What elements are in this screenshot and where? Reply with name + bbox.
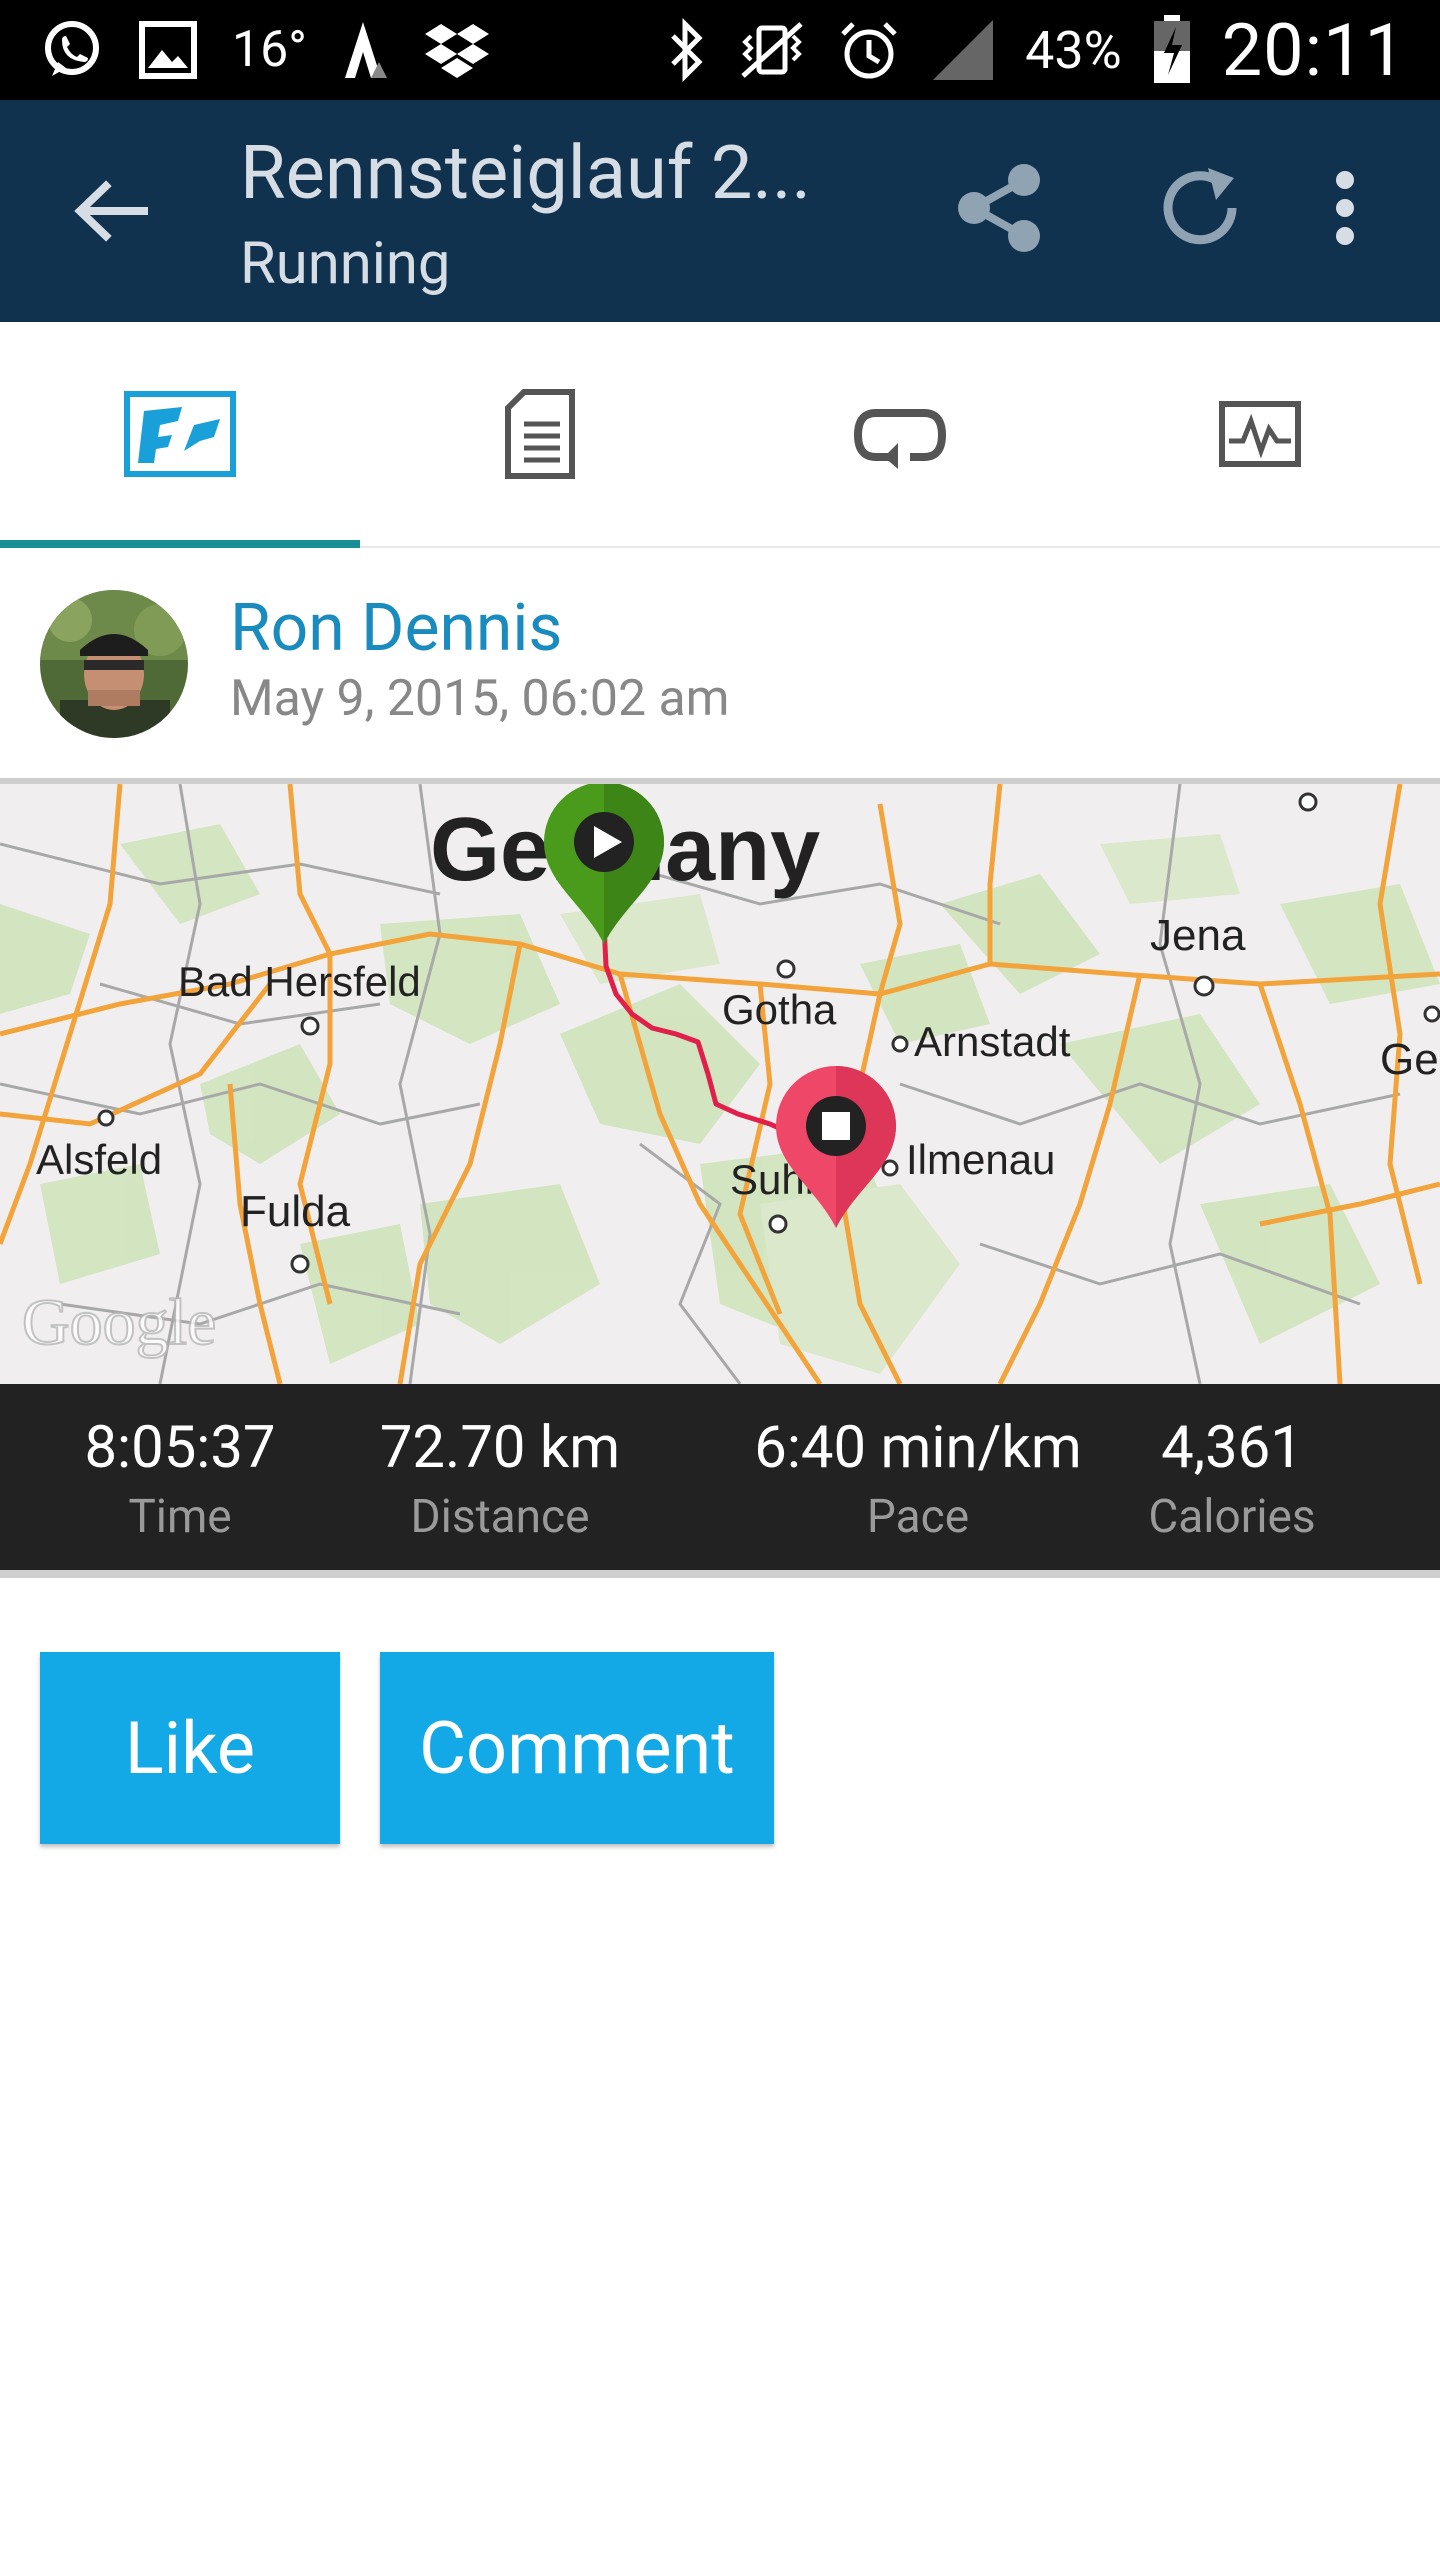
stat-pace: 6:40 min/km Pace (738, 1414, 1098, 1544)
map-label-arnstadt: Arnstadt (914, 1018, 1071, 1065)
dropbox-icon (424, 24, 489, 78)
chart-tab-icon (1219, 401, 1301, 467)
tab-selected-indicator (0, 540, 360, 548)
user-name[interactable]: Ron Dennis (230, 590, 562, 667)
stats-bar: 8:05:37 Time 72.70 km Distance 6:40 min/… (0, 1384, 1440, 1570)
stats-divider (0, 1570, 1440, 1578)
map-canvas[interactable]: Germany Bad Hersfeld Gotha Arnstadt Jena… (0, 782, 1440, 1386)
map-label-ilmenau: Ilmenau (906, 1136, 1055, 1183)
activity-type: Running (240, 230, 451, 298)
stat-distance: 72.70 km Distance (320, 1414, 680, 1544)
tab-details[interactable] (360, 322, 720, 546)
bluetooth-icon (671, 18, 703, 82)
stat-calories: 4,361 Calories (1052, 1414, 1412, 1544)
app-bar: Rennsteiglauf 2... Running (0, 100, 1440, 322)
back-arrow-icon[interactable] (66, 166, 156, 256)
share-icon[interactable] (950, 158, 1050, 258)
map-label-alsfeld: Alsfeld (36, 1136, 162, 1183)
map-tab-icon (124, 391, 236, 477)
status-bar: 16° 43% 20:11 (0, 0, 1440, 100)
tab-overview[interactable] (0, 322, 360, 548)
document-tab-icon (505, 389, 575, 479)
map-label-ge: Ge (1380, 1035, 1439, 1084)
user-row: Ron Dennis May 9, 2015, 06:02 am (0, 548, 1440, 778)
like-button[interactable]: Like (40, 1652, 340, 1844)
signal-icon (933, 20, 994, 80)
stat-time: 8:05:37 Time (0, 1414, 360, 1544)
map-label-jena: Jena (1150, 911, 1246, 960)
vibrate-icon (741, 22, 803, 78)
comment-button[interactable]: Comment (380, 1652, 774, 1844)
laps-tab-icon (853, 409, 947, 469)
tab-laps[interactable] (720, 322, 1080, 546)
stat-calories-value: 4,361 (1161, 1414, 1303, 1482)
temperature-text: 16° (232, 21, 307, 79)
strava-icon (344, 22, 387, 78)
battery-percent: 43% (1025, 19, 1122, 81)
alarm-icon (841, 22, 897, 79)
more-options-icon[interactable] (1310, 158, 1380, 258)
map-label-bad-hersfeld: Bad Hersfeld (178, 958, 421, 1005)
clock-text: 20:11 (1221, 7, 1406, 93)
tab-charts[interactable] (1080, 322, 1440, 546)
stat-pace-value: 6:40 min/km (754, 1414, 1082, 1482)
route-map[interactable]: Germany Bad Hersfeld Gotha Arnstadt Jena… (0, 778, 1440, 1390)
stat-distance-value: 72.70 km (379, 1414, 621, 1482)
whatsapp-icon (45, 21, 99, 76)
activity-title: Rennsteiglauf 2... (240, 130, 812, 217)
stat-calories-label: Calories (1148, 1490, 1316, 1544)
tab-bar (0, 322, 1440, 548)
gallery-icon (139, 21, 197, 79)
stat-pace-label: Pace (866, 1490, 970, 1544)
stat-distance-label: Distance (410, 1490, 590, 1544)
stat-time-label: Time (128, 1490, 232, 1544)
refresh-icon[interactable] (1150, 158, 1250, 258)
google-watermark: Google (22, 1286, 216, 1359)
avatar[interactable] (40, 590, 188, 738)
battery-icon (1153, 15, 1190, 83)
map-label-fulda: Fulda (240, 1187, 351, 1236)
activity-datetime: May 9, 2015, 06:02 am (230, 670, 730, 728)
map-label-gotha: Gotha (722, 986, 837, 1033)
stat-time-value: 8:05:37 (84, 1414, 276, 1482)
